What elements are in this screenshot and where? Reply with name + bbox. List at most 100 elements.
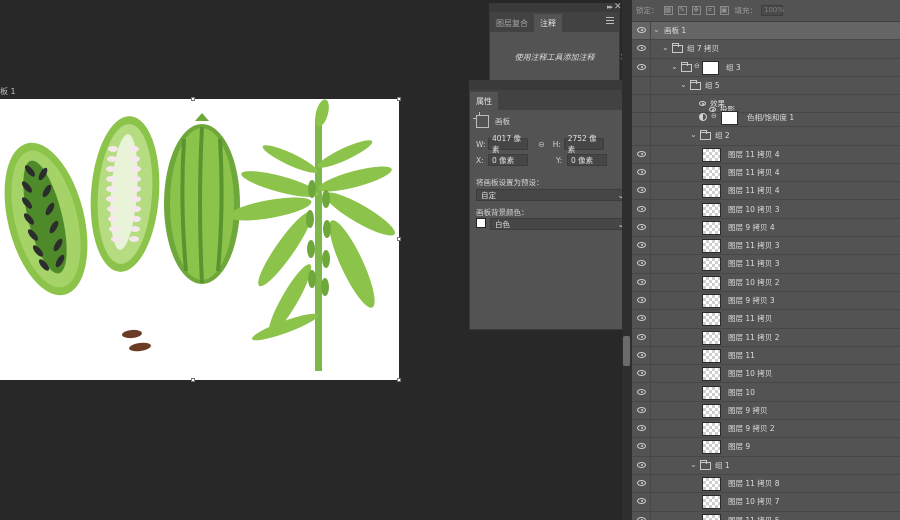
layer-thumbnail[interactable]: [702, 184, 721, 199]
artboard-handle-top-right[interactable]: [397, 97, 401, 101]
preset-dropdown[interactable]: 自定 ⌄: [476, 189, 629, 201]
visibility-eye-icon[interactable]: [637, 278, 646, 285]
layer-row-group[interactable]: ⌄ 组 7 拷贝: [632, 40, 900, 59]
layer-thumbnail[interactable]: [702, 239, 721, 254]
dock-scrollbar[interactable]: [623, 336, 630, 366]
layer-thumbnail[interactable]: [702, 513, 721, 520]
layer-thumbnail[interactable]: [702, 330, 721, 345]
panel-menu-icon[interactable]: [606, 17, 614, 24]
layer-thumbnail[interactable]: [702, 312, 721, 327]
visibility-eye-icon[interactable]: [637, 370, 646, 377]
artboard-handle-bottom-middle[interactable]: [191, 378, 195, 382]
layer-row-pixel[interactable]: 图层 9 拷贝 2: [632, 420, 900, 439]
layer-thumbnail[interactable]: [702, 348, 721, 363]
artboard-handle-middle-right[interactable]: [397, 237, 401, 241]
layer-thumbnail[interactable]: [702, 385, 721, 400]
visibility-eye-icon[interactable]: [637, 516, 646, 520]
collapse-chevron-icon[interactable]: ⌄: [653, 25, 660, 34]
visibility-eye-icon[interactable]: [637, 388, 646, 395]
layer-row-pixel[interactable]: 图层 9: [632, 438, 900, 457]
collapse-chevron-icon[interactable]: ⌄: [662, 43, 669, 52]
layer-row-pixel[interactable]: 图层 10 拷贝 3: [632, 200, 900, 219]
height-field[interactable]: 2752 像素: [563, 134, 604, 154]
layer-thumbnail[interactable]: [702, 367, 721, 382]
visibility-eye-icon[interactable]: [637, 443, 646, 450]
layer-row-pixel[interactable]: 图层 10 拷贝: [632, 365, 900, 384]
lock-all-icon[interactable]: ▣: [719, 6, 729, 15]
visibility-eye-icon[interactable]: [637, 187, 646, 194]
lock-artboard-icon[interactable]: ⌗: [705, 6, 715, 15]
background-color-swatch[interactable]: [476, 218, 486, 228]
artboard-handle-top-middle[interactable]: [191, 97, 195, 101]
layer-row-group[interactable]: ⌄ ⊖ 组 3: [632, 58, 900, 77]
lock-transparent-pixels-icon[interactable]: ▦: [663, 6, 673, 15]
layer-thumbnail[interactable]: [702, 275, 721, 290]
visibility-eye-icon[interactable]: [637, 223, 646, 230]
layer-row-pixel[interactable]: 图层 11 拷贝 4: [632, 145, 900, 164]
layer-row-artboard[interactable]: ⌄ 画板 1: [632, 22, 900, 41]
artboard-canvas[interactable]: [0, 99, 399, 380]
collapse-chevron-icon[interactable]: ⌄: [690, 130, 697, 139]
visibility-eye-icon[interactable]: [637, 260, 646, 267]
layer-thumbnail[interactable]: [702, 147, 721, 162]
visibility-eye-icon[interactable]: [637, 297, 646, 303]
layer-thumbnail[interactable]: [702, 422, 721, 437]
layer-row-adjustment[interactable]: ⊖ 色相/饱和度 1: [632, 109, 900, 128]
visibility-eye-icon[interactable]: [637, 63, 646, 70]
tab-properties[interactable]: 属性: [470, 92, 498, 110]
y-field[interactable]: 0 像素: [567, 154, 607, 166]
collapse-chevron-icon[interactable]: ⌄: [690, 460, 697, 469]
layer-row-pixel[interactable]: 图层 10 拷贝 2: [632, 273, 900, 292]
visibility-eye-icon[interactable]: [637, 461, 646, 468]
layer-thumbnail[interactable]: [702, 477, 721, 491]
layer-row-pixel[interactable]: 图层 11 拷贝 4: [632, 163, 900, 183]
collapse-arrows-icon[interactable]: ▸▸: [607, 3, 613, 11]
visibility-eye-icon[interactable]: [637, 351, 646, 358]
layer-thumbnail[interactable]: [702, 165, 721, 180]
visibility-eye-icon[interactable]: [637, 315, 646, 322]
visibility-eye-icon[interactable]: [637, 498, 646, 505]
layer-row-pixel[interactable]: 图层 9 拷贝: [632, 401, 900, 421]
lock-image-pixels-icon[interactable]: ✎: [677, 6, 687, 15]
layer-thumbnail[interactable]: [702, 294, 721, 308]
layer-thumbnail[interactable]: [702, 257, 721, 272]
layer-row-group[interactable]: ⌄ 组 2: [632, 127, 900, 146]
artboard-handle-bottom-right[interactable]: [397, 378, 401, 382]
link-proportions-icon[interactable]: ⊖: [538, 140, 545, 149]
visibility-eye-icon[interactable]: [637, 425, 646, 432]
visibility-eye-icon[interactable]: [637, 406, 646, 413]
visibility-eye-icon[interactable]: [637, 480, 646, 486]
layer-row-pixel[interactable]: 图层 10: [632, 383, 900, 402]
visibility-eye-icon[interactable]: [637, 333, 646, 340]
layer-thumbnail[interactable]: [702, 495, 721, 510]
collapse-chevron-icon[interactable]: ⌄: [680, 80, 687, 89]
tab-layer-comps[interactable]: 图层复合: [490, 14, 534, 32]
lock-position-icon[interactable]: ✥: [691, 6, 701, 15]
fill-field[interactable]: 100%: [761, 5, 784, 16]
layer-row-pixel[interactable]: 图层 11 拷贝 3: [632, 255, 900, 274]
layer-row-pixel[interactable]: 图层 9 拷贝 4: [632, 218, 900, 238]
mask-link-icon[interactable]: ⊖: [711, 112, 717, 120]
layer-row-pixel[interactable]: 图层 10 拷贝 7: [632, 493, 900, 512]
collapse-chevron-icon[interactable]: ⌄: [671, 62, 678, 71]
layer-row-pixel[interactable]: 图层 11 拷贝 5: [632, 511, 900, 520]
properties-collapse-bar[interactable]: ▸▸: [469, 79, 644, 89]
visibility-eye-icon[interactable]: [637, 168, 646, 175]
mask-link-icon[interactable]: ⊖: [694, 62, 700, 70]
width-field[interactable]: 4017 像素: [488, 134, 528, 154]
layer-row-pixel[interactable]: 图层 11 拷贝 2: [632, 328, 900, 347]
layer-row-pixel[interactable]: 图层 11 拷贝: [632, 310, 900, 329]
background-color-dropdown[interactable]: 白色 ⌄: [490, 218, 629, 230]
layer-row-group[interactable]: ⌄ 组 1: [632, 456, 900, 475]
layer-row-pixel[interactable]: 图层 11 拷贝 4: [632, 182, 900, 201]
layer-row-pixel[interactable]: 图层 11 拷贝 3: [632, 237, 900, 256]
x-field[interactable]: 0 像素: [488, 154, 528, 166]
layer-thumbnail[interactable]: [702, 202, 721, 217]
layer-row-pixel[interactable]: 图层 11: [632, 346, 900, 366]
layer-row-group[interactable]: ⌄ 组 5: [632, 76, 900, 96]
visibility-eye-icon[interactable]: [637, 150, 646, 157]
layer-thumbnail[interactable]: [702, 220, 721, 235]
layer-row-pixel[interactable]: 图层 11 拷贝 8: [632, 475, 900, 494]
visibility-eye-icon[interactable]: [637, 205, 646, 212]
mask-thumbnail[interactable]: [702, 60, 719, 75]
